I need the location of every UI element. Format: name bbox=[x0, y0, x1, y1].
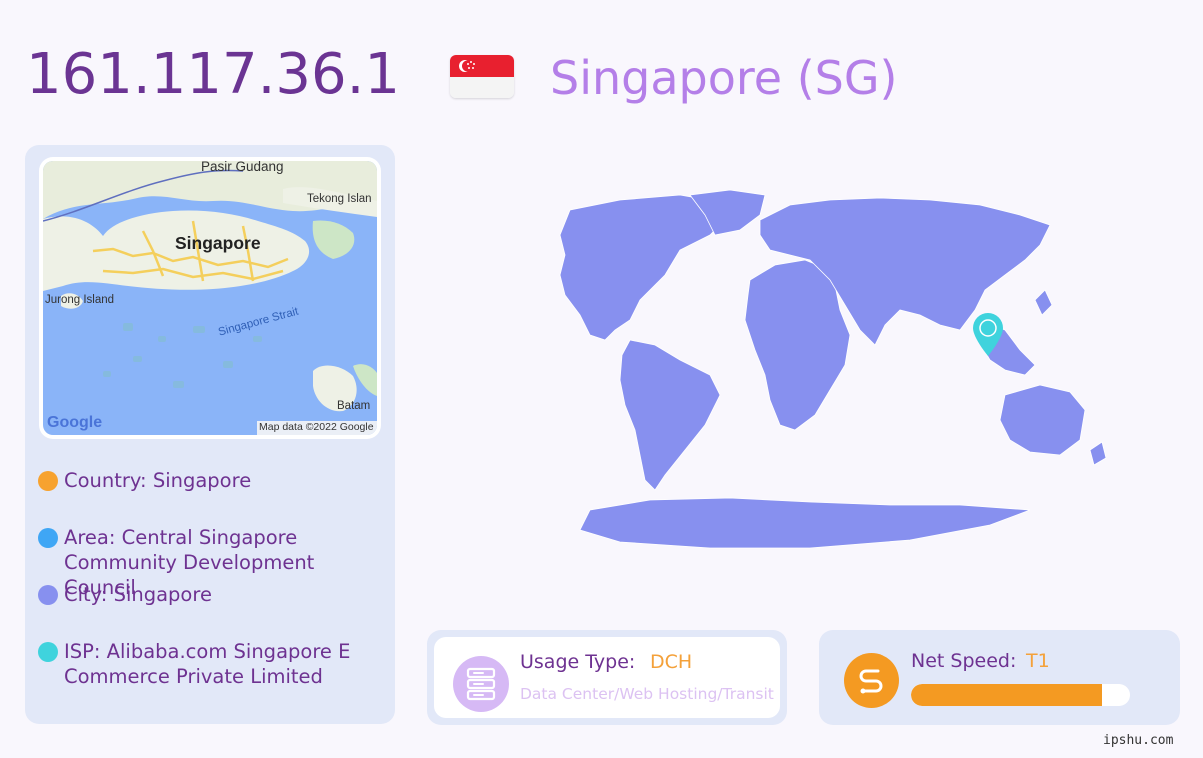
usage-type-card: Usage Type: DCH Data Center/Web Hosting/… bbox=[427, 630, 787, 725]
server-stack-icon bbox=[453, 656, 509, 712]
map-label-singapore: Singapore bbox=[175, 233, 261, 253]
country-dot bbox=[38, 471, 58, 491]
net-speed-label: Net Speed: bbox=[911, 650, 1017, 672]
country-text: Country: Singapore bbox=[64, 469, 252, 492]
singapore-flag-icon bbox=[450, 55, 514, 98]
isp-text: ISP: Alibaba.com Singapore E Commerce Pr… bbox=[64, 640, 351, 688]
isp-dot bbox=[38, 642, 58, 662]
map-label-pasir-gudang: Pasir Gudang bbox=[201, 161, 284, 174]
location-map[interactable]: Pasir Gudang Tekong Islan Singapore Juro… bbox=[39, 157, 381, 439]
city-text: City: Singapore bbox=[64, 583, 212, 606]
net-speed-value: T1 bbox=[1026, 650, 1050, 672]
google-logo: Google bbox=[47, 414, 103, 431]
route-icon bbox=[844, 653, 899, 708]
location-card: Pasir Gudang Tekong Islan Singapore Juro… bbox=[25, 145, 395, 724]
map-label-tekong: Tekong Islan bbox=[307, 193, 372, 205]
map-label-batam: Batam bbox=[337, 400, 371, 412]
net-speed-bar bbox=[911, 684, 1130, 706]
map-pin-icon bbox=[973, 313, 1003, 356]
net-speed-card: Net Speed: T1 bbox=[819, 630, 1180, 725]
ip-address: 161.117.36.1 bbox=[26, 42, 401, 107]
world-map bbox=[430, 180, 1150, 560]
usage-type-value: DCH bbox=[650, 651, 693, 673]
country-title: Singapore (SG) bbox=[550, 51, 898, 105]
map-label-jurong: Jurong Island bbox=[45, 294, 115, 306]
net-speed-bar-fill bbox=[911, 684, 1102, 706]
usage-type-description: Data Center/Web Hosting/Transit bbox=[520, 685, 774, 703]
map-attribution[interactable]: Map data ©2022 Google bbox=[259, 421, 374, 433]
usage-type-label: Usage Type: bbox=[520, 651, 636, 673]
watermark: ipshu.com bbox=[1103, 733, 1174, 748]
area-dot bbox=[38, 528, 58, 548]
city-dot bbox=[38, 585, 58, 605]
